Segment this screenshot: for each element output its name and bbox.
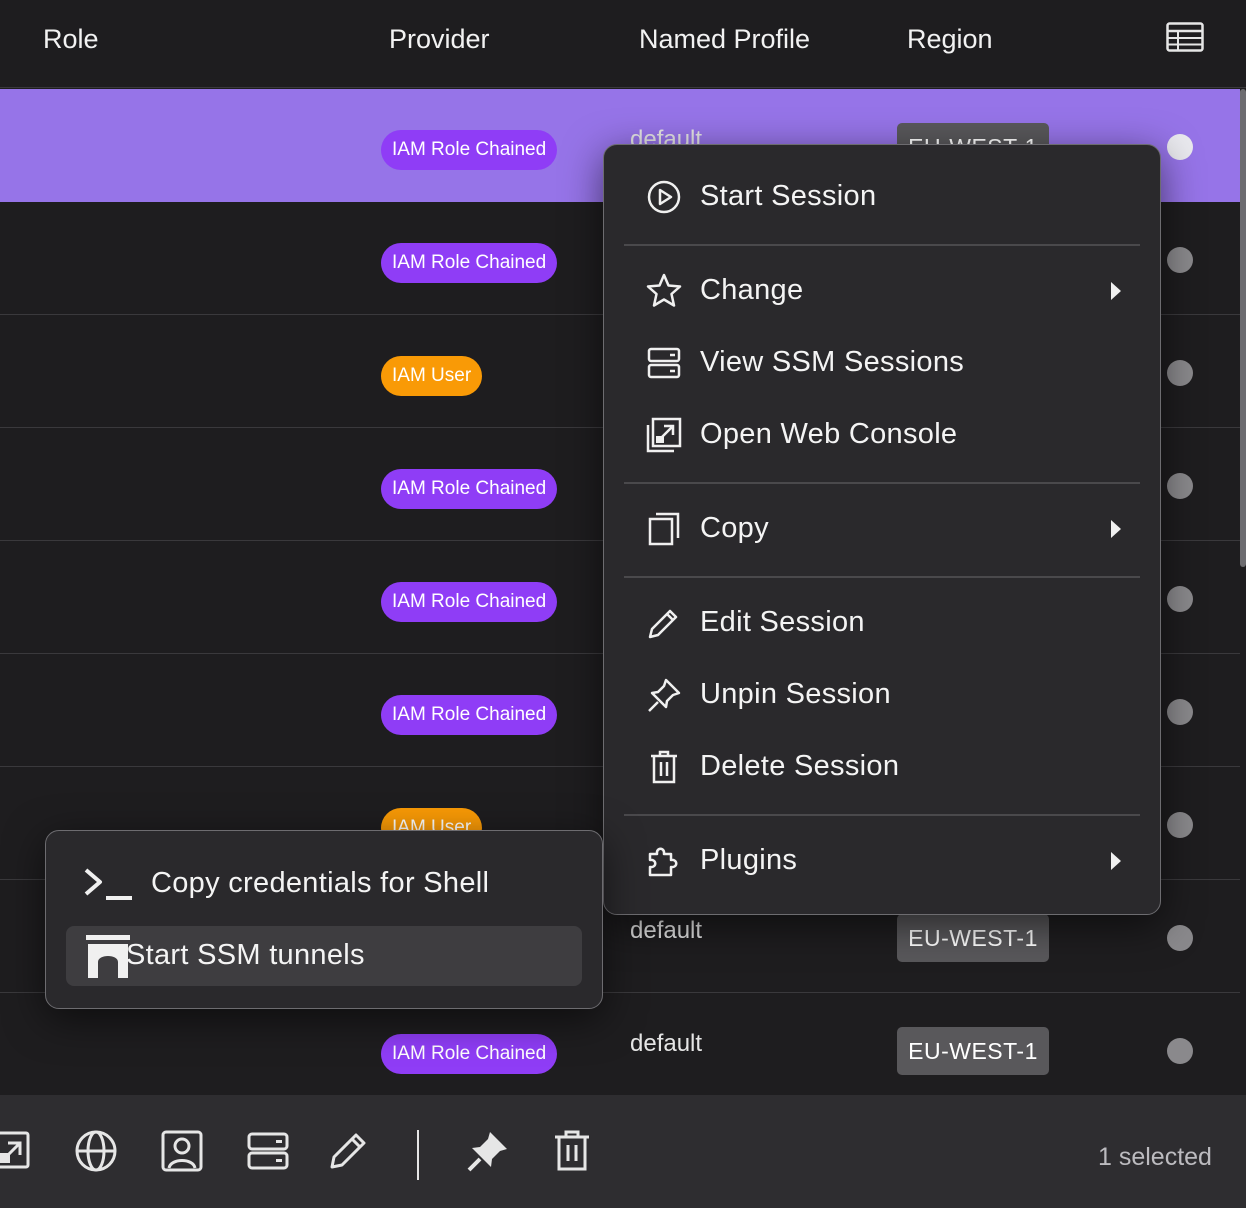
open-console-icon[interactable]: [0, 1129, 32, 1173]
profile-icon[interactable]: [160, 1129, 204, 1173]
pin-icon[interactable]: [466, 1129, 510, 1173]
column-header-named-profile[interactable]: Named Profile: [639, 24, 810, 55]
submenu-arrow-icon: [1110, 520, 1122, 538]
submenu-arrow-icon: [1110, 282, 1122, 300]
external-window-icon: [646, 417, 682, 453]
session-status-dot: [1167, 925, 1193, 951]
tunnel-icon: [84, 934, 132, 978]
named-profile: default: [630, 1030, 703, 1057]
plugins-submenu: Copy credentials for Shell Start SSM tun…: [45, 830, 603, 1009]
selection-count: 1 selected: [1098, 1143, 1212, 1171]
menu-divider: [624, 814, 1140, 816]
menu-divider: [624, 576, 1140, 578]
trash-icon: [646, 749, 682, 785]
pencil-icon: [646, 605, 682, 641]
terminal-icon: [84, 862, 132, 906]
provider-badge: IAM Role Chained: [381, 469, 558, 509]
pin-outline-icon: [646, 677, 682, 713]
menu-item-label: View SSM Sessions: [700, 346, 965, 378]
globe-icon[interactable]: [74, 1129, 118, 1173]
menu-item-label: Copy: [700, 512, 769, 544]
star-icon: [646, 273, 682, 309]
edit-icon[interactable]: [326, 1129, 370, 1173]
copy-icon: [646, 511, 682, 547]
submenu-item-label: Start SSM tunnels: [126, 939, 365, 971]
play-circle-icon: [646, 179, 682, 215]
submenu-item-label: Copy credentials for Shell: [151, 867, 490, 899]
table-header: Role Provider Named Profile Region: [0, 0, 1246, 88]
menu-item-edit-session[interactable]: Edit Session: [624, 593, 1140, 653]
bottom-toolbar: 1 selected: [0, 1095, 1246, 1208]
submenu-arrow-icon: [1110, 852, 1122, 870]
provider-badge: IAM Role Chained: [381, 582, 558, 622]
menu-item-change[interactable]: Change: [624, 261, 1140, 321]
column-header-role[interactable]: Role: [43, 24, 99, 55]
submenu-item-start-ssm-tunnels[interactable]: Start SSM tunnels: [66, 926, 582, 986]
trash-icon[interactable]: [550, 1129, 594, 1173]
menu-item-plugins[interactable]: Plugins: [624, 831, 1140, 891]
session-status-dot: [1167, 586, 1193, 612]
column-header-region[interactable]: Region: [907, 24, 993, 55]
session-status-dot: [1167, 134, 1193, 160]
provider-badge: IAM Role Chained: [381, 695, 558, 735]
menu-item-start-session[interactable]: Start Session: [624, 167, 1140, 227]
column-header-provider[interactable]: Provider: [389, 24, 490, 55]
menu-item-open-web-console[interactable]: Open Web Console: [624, 405, 1140, 465]
menu-divider: [624, 244, 1140, 246]
menu-item-label: Start Session: [700, 180, 877, 212]
menu-item-label: Edit Session: [700, 606, 865, 638]
region-badge: EU-WEST-1: [897, 914, 1049, 962]
menu-item-view-ssm-sessions[interactable]: View SSM Sessions: [624, 333, 1140, 393]
session-status-dot: [1167, 699, 1193, 725]
menu-item-unpin-session[interactable]: Unpin Session: [624, 665, 1140, 725]
columns-settings-icon[interactable]: [1166, 22, 1204, 52]
provider-badge: IAM Role Chained: [381, 130, 558, 170]
ssm-sessions-icon[interactable]: [246, 1129, 290, 1173]
toolbar-separator: [417, 1130, 419, 1180]
menu-item-label: Change: [700, 274, 804, 306]
server-icon: [646, 345, 682, 381]
menu-item-label: Unpin Session: [700, 678, 891, 710]
session-status-dot: [1167, 247, 1193, 273]
session-status-dot: [1167, 1038, 1193, 1064]
puzzle-icon: [646, 843, 682, 879]
session-status-dot: [1167, 473, 1193, 499]
provider-badge: IAM User: [381, 356, 483, 396]
session-context-menu: Start Session Change View SSM Sessions O…: [603, 144, 1161, 915]
menu-item-label: Delete Session: [700, 750, 900, 782]
session-status-dot: [1167, 360, 1193, 386]
region-badge: EU-WEST-1: [897, 1027, 1049, 1075]
named-profile: default: [630, 917, 703, 944]
session-status-dot: [1167, 812, 1193, 838]
menu-divider: [624, 482, 1140, 484]
provider-badge: IAM Role Chained: [381, 1034, 558, 1074]
menu-item-copy[interactable]: Copy: [624, 499, 1140, 559]
provider-badge: IAM Role Chained: [381, 243, 558, 283]
table-scrollbar[interactable]: [1240, 89, 1246, 567]
submenu-item-copy-credentials-shell[interactable]: Copy credentials for Shell: [66, 854, 582, 914]
menu-item-label: Plugins: [700, 844, 798, 876]
menu-item-label: Open Web Console: [700, 418, 958, 450]
menu-item-delete-session[interactable]: Delete Session: [624, 737, 1140, 797]
